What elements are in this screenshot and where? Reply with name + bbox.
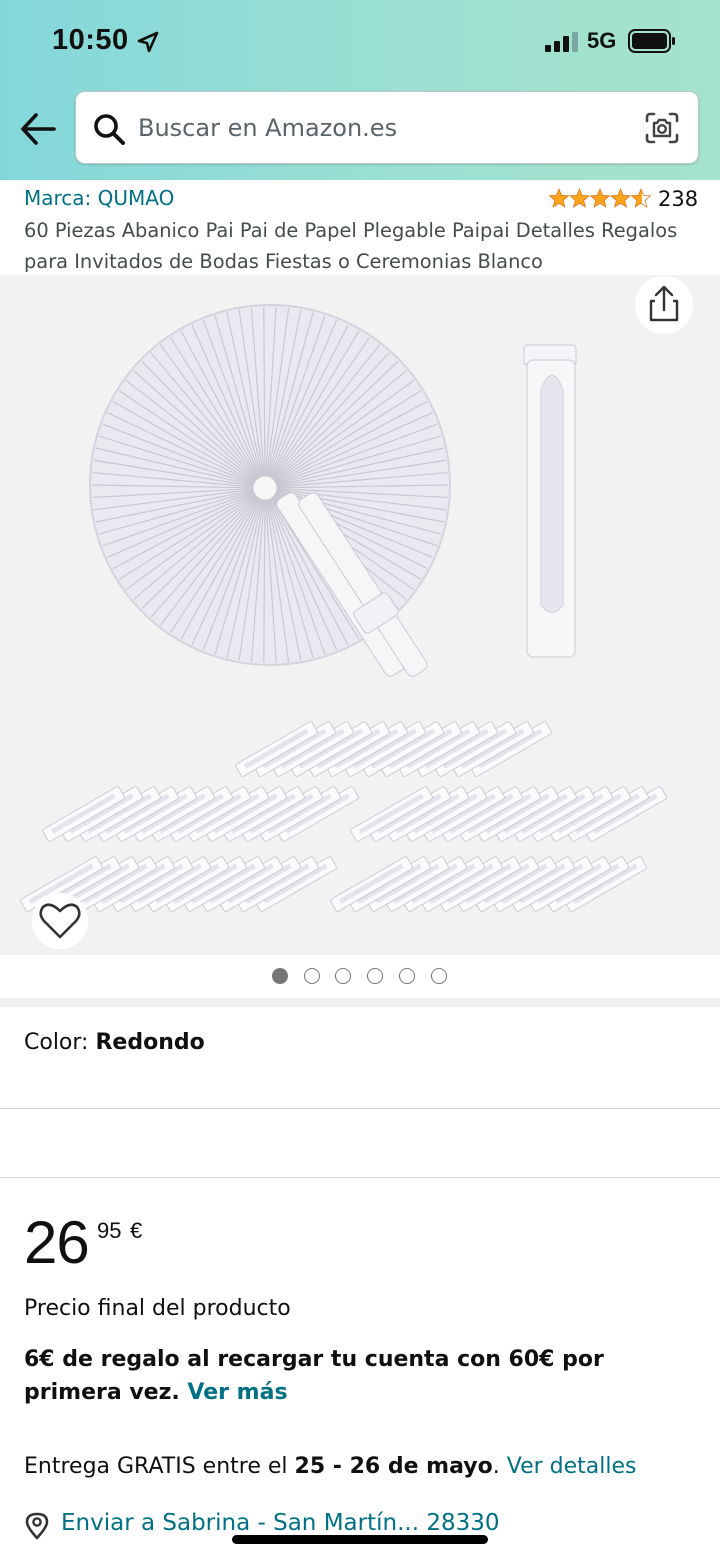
carousel-dot[interactable] [335,968,352,984]
product-image[interactable] [0,275,720,955]
signal-icon [545,32,578,52]
share-icon[interactable] [635,276,693,334]
folded-fans-stack [19,720,668,913]
location-pin-icon [25,1512,49,1540]
color-selection: Color: Redondo [24,1030,205,1055]
brand-link[interactable]: Marca: QUMAO [24,186,174,210]
ship-to-text[interactable]: Enviar a Sabrina - San Martín... 28330 [61,1510,499,1536]
price-whole: 26 [24,1209,90,1276]
delivery-prefix: Entrega GRATIS entre el [24,1454,295,1479]
wishlist-button[interactable] [32,893,88,949]
battery-icon [628,29,675,53]
section-divider [0,998,720,1007]
home-indicator[interactable] [232,1535,488,1544]
carousel-dot[interactable] [303,968,320,984]
carousel-dot[interactable] [367,968,384,984]
location-arrow-icon [137,31,159,53]
price-currency: € [130,1218,143,1243]
status-time: 10:50 [52,24,129,56]
price-fraction: 95 [97,1218,122,1243]
open-fan [89,304,451,677]
camera-icon[interactable] [644,111,680,145]
delivery-dates: 25 - 26 de mayo [294,1454,493,1479]
divider [0,1108,720,1109]
promo-more-link[interactable]: Ver más [187,1380,287,1405]
carousel-dot[interactable] [430,968,447,984]
paper-fans-illustration [19,304,668,913]
header-bar: 10:50 5G [0,0,720,180]
delivery-details-link[interactable]: Ver detalles [507,1454,637,1479]
carousel-dot[interactable] [272,968,288,984]
product-title: 60 Piezas Abanico Pai Pai de Papel Plega… [24,219,678,273]
color-value: Redondo [95,1030,205,1055]
promo-message: 6€ de regalo al recargar tu cuenta con 6… [24,1343,704,1409]
back-arrow-icon[interactable] [18,110,58,148]
delivery-info: Entrega GRATIS entre el 25 - 26 de mayo.… [24,1454,714,1479]
delivery-suffix: . [492,1454,507,1479]
network-type: 5G [587,28,617,53]
color-label: Color: [24,1030,96,1055]
image-carousel-dots [272,968,452,986]
search-icon[interactable] [92,112,126,146]
rating-count[interactable]: 238 [658,187,698,211]
search-bar[interactable] [75,91,699,164]
heart-icon[interactable] [32,893,88,949]
rating-stars-icon[interactable] [549,187,651,209]
carousel-dot[interactable] [398,968,415,984]
share-button[interactable] [635,276,693,334]
promo-text: 6€ de regalo al recargar tu cuenta con 6… [24,1347,604,1405]
divider [0,1177,720,1178]
final-price-note: Precio final del producto [24,1296,291,1321]
closed-fan [523,344,577,658]
search-input[interactable] [138,102,628,154]
